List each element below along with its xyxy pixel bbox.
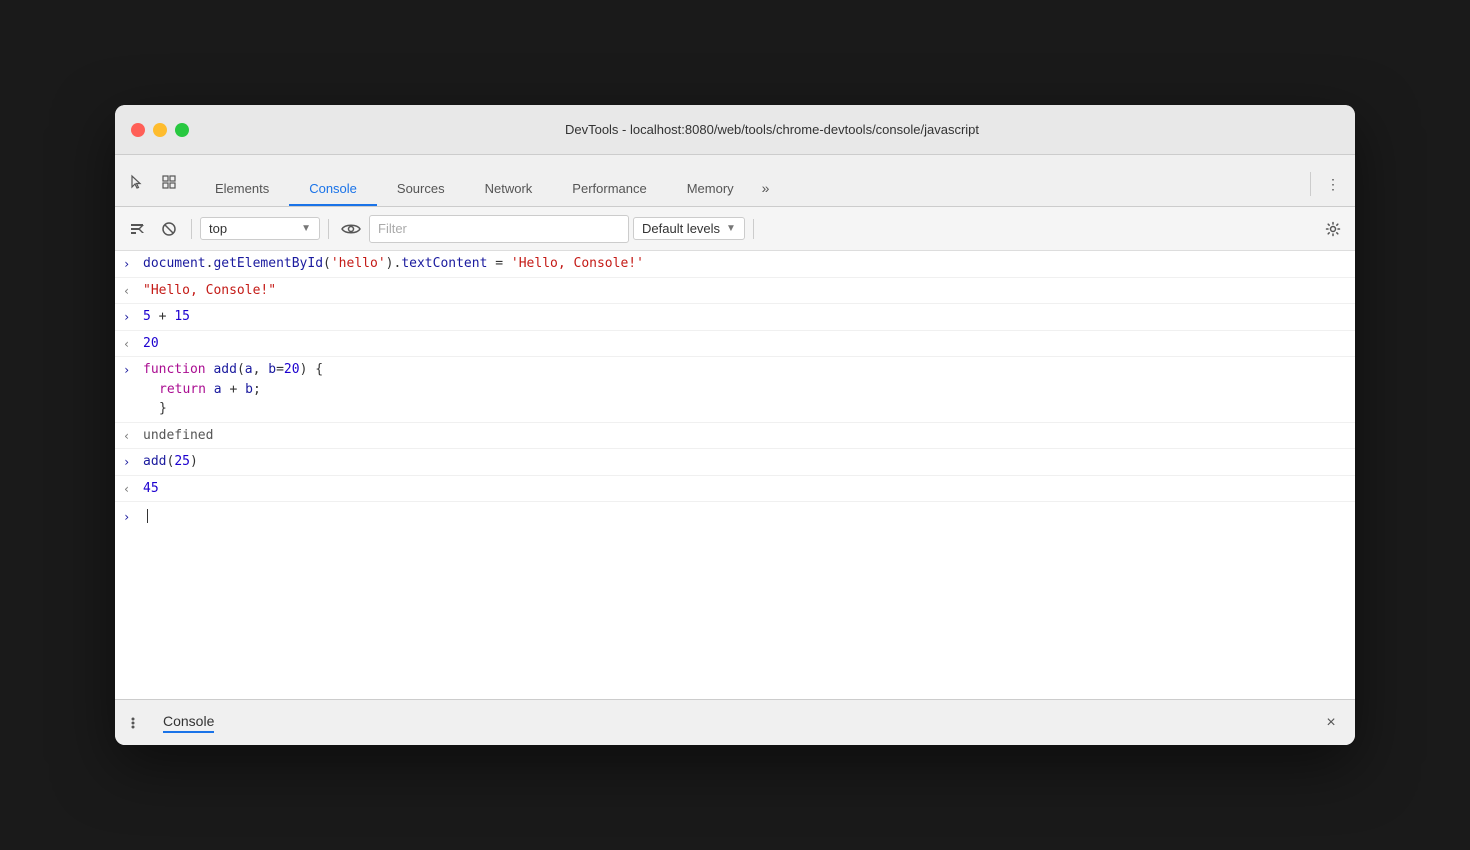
default-levels-button[interactable]: Default levels ▼ bbox=[633, 217, 745, 240]
output-arrow: ‹ bbox=[123, 335, 139, 353]
input-arrow[interactable]: › bbox=[123, 453, 139, 471]
block-icon[interactable] bbox=[155, 215, 183, 243]
divider bbox=[1310, 172, 1311, 196]
toolbar-divider bbox=[191, 219, 192, 239]
cursor-area[interactable] bbox=[147, 506, 148, 526]
console-line: ‹ undefined bbox=[115, 423, 1355, 450]
console-input-text: document.getElementById('hello').textCon… bbox=[139, 254, 1347, 274]
minimize-button[interactable] bbox=[153, 123, 167, 137]
more-tabs-button[interactable]: » bbox=[754, 172, 778, 206]
clear-console-button[interactable] bbox=[123, 215, 151, 243]
chevron-down-icon: ▼ bbox=[301, 223, 311, 234]
inspect-icon[interactable] bbox=[155, 168, 183, 196]
context-selector[interactable]: top ▼ bbox=[200, 217, 320, 240]
console-output[interactable]: › document.getElementById('hello').textC… bbox=[115, 251, 1355, 699]
tab-performance[interactable]: Performance bbox=[552, 173, 666, 206]
tab-icons bbox=[123, 168, 183, 206]
tabs-list: Elements Console Sources Network Perform… bbox=[195, 172, 1306, 206]
maximize-button[interactable] bbox=[175, 123, 189, 137]
more-options-icon[interactable]: ⋮ bbox=[1319, 170, 1347, 198]
console-output-text: 45 bbox=[139, 479, 1347, 499]
console-line-indent: return a + b; bbox=[123, 380, 261, 400]
toolbar-divider-2 bbox=[328, 219, 329, 239]
bottom-menu-icon[interactable] bbox=[127, 711, 151, 735]
tab-network[interactable]: Network bbox=[465, 173, 553, 206]
close-button[interactable] bbox=[131, 123, 145, 137]
console-line: › document.getElementById('hello').textC… bbox=[115, 251, 1355, 278]
input-arrow[interactable]: › bbox=[123, 361, 139, 380]
console-output-text: 20 bbox=[139, 334, 1347, 354]
output-arrow: ‹ bbox=[123, 427, 139, 445]
cursor-icon[interactable] bbox=[123, 168, 151, 196]
devtools-window: DevTools - localhost:8080/web/tools/chro… bbox=[115, 105, 1355, 745]
console-line: › function add(a, b=20) { return a + b; … bbox=[115, 357, 1355, 423]
console-line: ‹ "Hello, Console!" bbox=[115, 278, 1355, 305]
console-input-text: 5 + 15 bbox=[139, 307, 1347, 327]
console-output-text: undefined bbox=[139, 426, 1347, 446]
console-line: › add(25) bbox=[115, 449, 1355, 476]
console-line: › 5 + 15 bbox=[115, 304, 1355, 331]
console-line: ‹ 20 bbox=[115, 331, 1355, 358]
console-input-text: function add(a, b=20) { bbox=[139, 360, 1347, 380]
console-output-text: "Hello, Console!" bbox=[139, 281, 1347, 301]
settings-icon[interactable] bbox=[1319, 215, 1347, 243]
console-input-text: add(25) bbox=[139, 452, 1347, 472]
bottom-bar: Console × bbox=[115, 699, 1355, 745]
close-drawer-button[interactable]: × bbox=[1319, 711, 1343, 735]
console-line-indent: } bbox=[123, 399, 167, 419]
eye-icon[interactable] bbox=[337, 215, 365, 243]
tab-sources[interactable]: Sources bbox=[377, 173, 465, 206]
output-arrow: ‹ bbox=[123, 282, 139, 300]
output-arrow: ‹ bbox=[123, 480, 139, 498]
window-title: DevTools - localhost:8080/web/tools/chro… bbox=[205, 122, 1339, 137]
input-arrow[interactable]: › bbox=[123, 308, 139, 326]
filter-input[interactable] bbox=[369, 215, 629, 243]
toolbar: top ▼ Default levels ▼ bbox=[115, 207, 1355, 251]
toolbar-divider-3 bbox=[753, 219, 754, 239]
tabs-bar: Elements Console Sources Network Perform… bbox=[115, 155, 1355, 207]
bottom-tab-label: Console bbox=[163, 713, 214, 733]
traffic-lights bbox=[131, 123, 189, 137]
console-input-line[interactable]: › bbox=[115, 502, 1355, 530]
console-line: ‹ 45 bbox=[115, 476, 1355, 503]
title-bar: DevTools - localhost:8080/web/tools/chro… bbox=[115, 105, 1355, 155]
cursor-blink bbox=[147, 509, 148, 523]
tab-memory[interactable]: Memory bbox=[667, 173, 754, 206]
input-arrow[interactable]: › bbox=[123, 508, 139, 526]
input-arrow[interactable]: › bbox=[123, 255, 139, 273]
chevron-down-icon-levels: ▼ bbox=[726, 223, 736, 234]
tab-elements[interactable]: Elements bbox=[195, 173, 289, 206]
tabs-right: ⋮ bbox=[1306, 170, 1347, 206]
tab-console[interactable]: Console bbox=[289, 173, 377, 206]
